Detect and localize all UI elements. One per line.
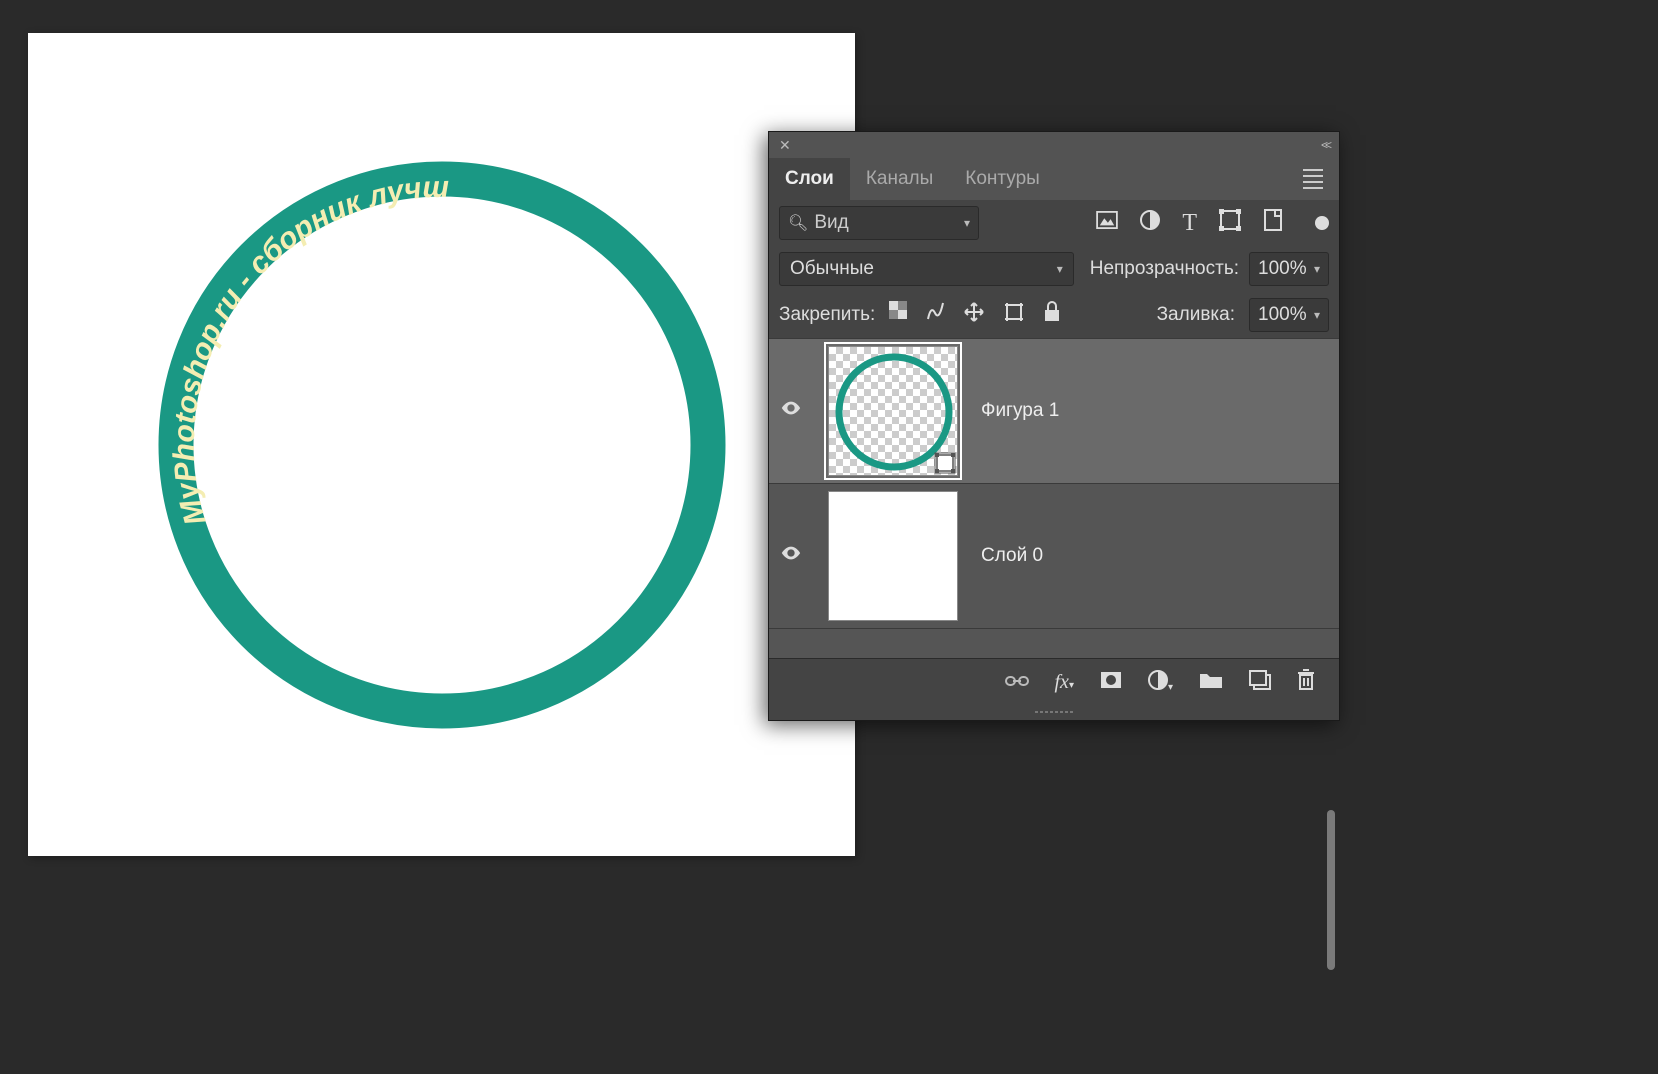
- tab-layers[interactable]: Слои: [769, 158, 850, 200]
- panel-titlebar: ✕ <<: [769, 132, 1339, 158]
- visibility-toggle[interactable]: [769, 542, 813, 570]
- eye-icon: [780, 397, 802, 425]
- filter-shape-icon[interactable]: [1219, 209, 1241, 237]
- scrollbar-thumb[interactable]: [1327, 810, 1335, 970]
- panel-tabs: Слои Каналы Контуры: [769, 158, 1339, 200]
- search-placeholder: Вид: [814, 212, 848, 234]
- filter-toggle[interactable]: [1315, 216, 1329, 230]
- layer-name[interactable]: Фигура 1: [981, 400, 1059, 422]
- fill-label: Заливка:: [1157, 304, 1235, 326]
- filter-pixel-icon[interactable]: [1096, 211, 1118, 235]
- layers-panel: ✕ << Слои Каналы Контуры 🔍︎ Вид ▾: [768, 131, 1340, 721]
- collapse-icon[interactable]: <<: [1321, 138, 1329, 152]
- chevron-down-icon: ▾: [1057, 262, 1063, 276]
- tab-paths[interactable]: Контуры: [949, 158, 1056, 200]
- panel-menu-icon[interactable]: [1303, 169, 1327, 189]
- panel-resize-grip[interactable]: [769, 706, 1339, 718]
- layer-thumbnail[interactable]: [828, 491, 958, 621]
- new-layer-icon[interactable]: [1249, 670, 1271, 696]
- lock-transparency-icon[interactable]: [889, 301, 907, 329]
- fill-value: 100%: [1258, 304, 1307, 326]
- lock-image-icon[interactable]: [925, 301, 945, 329]
- layers-list: Фигура 1 Слой 0: [769, 338, 1339, 658]
- chevron-down-icon: ▾: [964, 216, 970, 230]
- document-canvas[interactable]: MyPhotoshop.ru - сборник лучших уроков M…: [28, 33, 855, 856]
- delete-layer-icon[interactable]: [1297, 669, 1315, 697]
- circle-text: MyPhotoshop.ru - сборник лучших уроков M…: [152, 155, 450, 529]
- chevron-down-icon: ▾: [1314, 262, 1320, 276]
- layer-row[interactable]: Фигура 1: [769, 338, 1339, 483]
- fx-icon[interactable]: fx▾: [1055, 671, 1074, 694]
- search-icon: 🔍︎: [788, 213, 808, 233]
- opacity-label: Непрозрачность:: [1090, 258, 1239, 280]
- filter-smartobject-icon[interactable]: [1263, 209, 1283, 237]
- layer-name[interactable]: Слой 0: [981, 545, 1043, 567]
- link-layers-icon[interactable]: [1005, 671, 1029, 694]
- chevron-down-icon: ▾: [1314, 308, 1320, 322]
- new-group-icon[interactable]: [1199, 671, 1223, 695]
- filter-adjustment-icon[interactable]: [1140, 210, 1160, 236]
- layers-bottom-toolbar: fx▾ ▾: [769, 658, 1339, 706]
- filter-type-icon[interactable]: T: [1182, 210, 1197, 237]
- lock-artboard-icon[interactable]: [1003, 301, 1025, 329]
- opacity-input[interactable]: 100% ▾: [1249, 252, 1329, 286]
- svg-text:MyPhotoshop.ru - сборник лучши: MyPhotoshop.ru - сборник лучших уроков M…: [152, 155, 450, 529]
- layer-thumbnail[interactable]: [828, 346, 958, 476]
- lock-all-icon[interactable]: [1043, 301, 1061, 329]
- visibility-toggle[interactable]: [769, 397, 813, 425]
- add-mask-icon[interactable]: [1100, 671, 1122, 695]
- layer-filter-type-dropdown[interactable]: 🔍︎ Вид ▾: [779, 206, 979, 240]
- lock-position-icon[interactable]: [963, 301, 985, 329]
- layer-row[interactable]: Слой 0: [769, 483, 1339, 628]
- opacity-value: 100%: [1258, 258, 1307, 280]
- fill-input[interactable]: 100% ▾: [1249, 298, 1329, 332]
- new-adjustment-icon[interactable]: ▾: [1148, 670, 1173, 696]
- blend-mode-value: Обычные: [790, 258, 874, 280]
- tab-channels[interactable]: Каналы: [850, 158, 949, 200]
- close-icon[interactable]: ✕: [779, 137, 791, 154]
- blend-mode-dropdown[interactable]: Обычные ▾: [779, 252, 1074, 286]
- shape-circle-with-text: MyPhotoshop.ru - сборник лучших уроков M…: [152, 155, 732, 735]
- lock-label: Закрепить:: [779, 304, 875, 326]
- eye-icon: [780, 542, 802, 570]
